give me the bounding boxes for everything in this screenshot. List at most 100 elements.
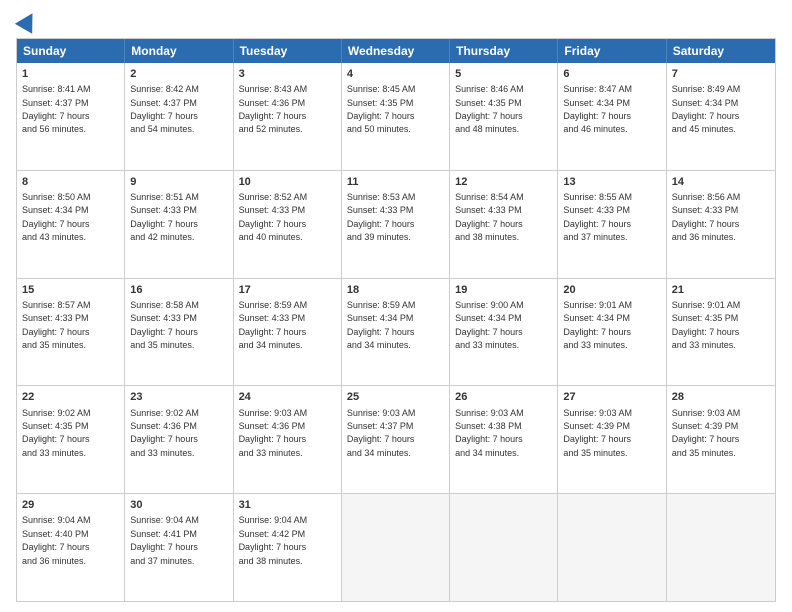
day-number: 30 (130, 498, 227, 512)
day-info: Sunrise: 8:55 AM Sunset: 4:33 PM Dayligh… (563, 192, 632, 242)
day-info: Sunrise: 8:54 AM Sunset: 4:33 PM Dayligh… (455, 192, 524, 242)
day-number: 11 (347, 175, 444, 189)
calendar-day-1: 1 Sunrise: 8:41 AM Sunset: 4:37 PM Daylig… (17, 63, 125, 170)
day-number: 31 (239, 498, 336, 512)
day-info: Sunrise: 8:57 AM Sunset: 4:33 PM Dayligh… (22, 300, 91, 350)
calendar-body: 1 Sunrise: 8:41 AM Sunset: 4:37 PM Daylig… (17, 63, 775, 601)
day-number: 10 (239, 175, 336, 189)
day-of-week-saturday: Saturday (667, 39, 775, 63)
header (16, 16, 776, 30)
calendar-day-19: 19 Sunrise: 9:00 AM Sunset: 4:34 PM Dayli… (450, 279, 558, 386)
calendar-day-2: 2 Sunrise: 8:42 AM Sunset: 4:37 PM Daylig… (125, 63, 233, 170)
day-number: 2 (130, 67, 227, 81)
day-info: Sunrise: 8:42 AM Sunset: 4:37 PM Dayligh… (130, 84, 199, 134)
day-info: Sunrise: 9:02 AM Sunset: 4:35 PM Dayligh… (22, 408, 91, 458)
calendar-empty (342, 494, 450, 601)
day-of-week-thursday: Thursday (450, 39, 558, 63)
day-info: Sunrise: 8:41 AM Sunset: 4:37 PM Dayligh… (22, 84, 91, 134)
calendar-day-20: 20Sunrise: 9:01 AM Sunset: 4:34 PM Dayli… (558, 279, 666, 386)
day-number: 28 (672, 390, 770, 404)
calendar-day-16: 16 Sunrise: 8:58 AM Sunset: 4:33 PM Dayli… (125, 279, 233, 386)
day-info: Sunrise: 9:03 AM Sunset: 4:38 PM Dayligh… (455, 408, 524, 458)
day-of-week-friday: Friday (558, 39, 666, 63)
calendar-week-2: 8 Sunrise: 8:50 AM Sunset: 4:34 PM Daylig… (17, 170, 775, 278)
calendar-day-10: 10 Sunrise: 8:52 AM Sunset: 4:33 PM Dayli… (234, 171, 342, 278)
calendar-empty (450, 494, 558, 601)
day-number: 13 (563, 175, 660, 189)
calendar-day-17: 17Sunrise: 8:59 AM Sunset: 4:33 PM Dayli… (234, 279, 342, 386)
day-info: Sunrise: 8:50 AM Sunset: 4:34 PM Dayligh… (22, 192, 91, 242)
day-info: Sunrise: 8:59 AM Sunset: 4:34 PM Dayligh… (347, 300, 416, 350)
calendar-day-26: 26 Sunrise: 9:03 AM Sunset: 4:38 PM Dayli… (450, 386, 558, 493)
day-of-week-wednesday: Wednesday (342, 39, 450, 63)
calendar-day-14: 14 Sunrise: 8:56 AM Sunset: 4:33 PM Dayli… (667, 171, 775, 278)
day-number: 22 (22, 390, 119, 404)
day-info: Sunrise: 9:03 AM Sunset: 4:39 PM Dayligh… (563, 408, 632, 458)
day-info: Sunrise: 8:49 AM Sunset: 4:34 PM Dayligh… (672, 84, 741, 134)
calendar-week-3: 15 Sunrise: 8:57 AM Sunset: 4:33 PM Dayli… (17, 278, 775, 386)
day-number: 27 (563, 390, 660, 404)
day-info: Sunrise: 8:43 AM Sunset: 4:36 PM Dayligh… (239, 84, 308, 134)
calendar-header: SundayMondayTuesdayWednesdayThursdayFrid… (17, 39, 775, 63)
day-number: 14 (672, 175, 770, 189)
day-number: 19 (455, 283, 552, 297)
day-info: Sunrise: 8:59 AM Sunset: 4:33 PM Dayligh… (239, 300, 308, 350)
day-info: Sunrise: 8:56 AM Sunset: 4:33 PM Dayligh… (672, 192, 741, 242)
day-info: Sunrise: 9:04 AM Sunset: 4:41 PM Dayligh… (130, 515, 199, 565)
calendar-day-3: 3Sunrise: 8:43 AM Sunset: 4:36 PM Daylig… (234, 63, 342, 170)
day-number: 1 (22, 67, 119, 81)
day-info: Sunrise: 8:52 AM Sunset: 4:33 PM Dayligh… (239, 192, 308, 242)
day-of-week-tuesday: Tuesday (234, 39, 342, 63)
calendar-day-22: 22 Sunrise: 9:02 AM Sunset: 4:35 PM Dayli… (17, 386, 125, 493)
calendar-week-1: 1 Sunrise: 8:41 AM Sunset: 4:37 PM Daylig… (17, 63, 775, 170)
calendar-day-27: 27 Sunrise: 9:03 AM Sunset: 4:39 PM Dayli… (558, 386, 666, 493)
day-number: 21 (672, 283, 770, 297)
day-info: Sunrise: 9:00 AM Sunset: 4:34 PM Dayligh… (455, 300, 524, 350)
calendar-empty (667, 494, 775, 601)
calendar-day-5: 5Sunrise: 8:46 AM Sunset: 4:35 PM Daylig… (450, 63, 558, 170)
calendar-day-28: 28 Sunrise: 9:03 AM Sunset: 4:39 PM Dayli… (667, 386, 775, 493)
day-number: 25 (347, 390, 444, 404)
day-info: Sunrise: 8:46 AM Sunset: 4:35 PM Dayligh… (455, 84, 524, 134)
day-info: Sunrise: 8:58 AM Sunset: 4:33 PM Dayligh… (130, 300, 199, 350)
day-number: 24 (239, 390, 336, 404)
calendar-day-24: 24 Sunrise: 9:03 AM Sunset: 4:36 PM Dayli… (234, 386, 342, 493)
day-info: Sunrise: 9:03 AM Sunset: 4:36 PM Dayligh… (239, 408, 308, 458)
calendar-empty (558, 494, 666, 601)
day-info: Sunrise: 8:51 AM Sunset: 4:33 PM Dayligh… (130, 192, 199, 242)
day-number: 15 (22, 283, 119, 297)
calendar-day-6: 6 Sunrise: 8:47 AM Sunset: 4:34 PM Daylig… (558, 63, 666, 170)
day-number: 29 (22, 498, 119, 512)
day-number: 6 (563, 67, 660, 81)
calendar-day-18: 18 Sunrise: 8:59 AM Sunset: 4:34 PM Dayli… (342, 279, 450, 386)
calendar-day-23: 23Sunrise: 9:02 AM Sunset: 4:36 PM Dayli… (125, 386, 233, 493)
day-number: 16 (130, 283, 227, 297)
calendar-day-9: 9 Sunrise: 8:51 AM Sunset: 4:33 PM Daylig… (125, 171, 233, 278)
day-number: 20 (563, 283, 660, 297)
day-info: Sunrise: 8:53 AM Sunset: 4:33 PM Dayligh… (347, 192, 416, 242)
day-of-week-sunday: Sunday (17, 39, 125, 63)
calendar-week-5: 29 Sunrise: 9:04 AM Sunset: 4:40 PM Dayli… (17, 493, 775, 601)
day-number: 8 (22, 175, 119, 189)
calendar-day-31: 31 Sunrise: 9:04 AM Sunset: 4:42 PM Dayli… (234, 494, 342, 601)
logo (16, 16, 38, 30)
logo-triangle-icon (15, 8, 41, 34)
page: SundayMondayTuesdayWednesdayThursdayFrid… (0, 0, 792, 612)
calendar-day-13: 13 Sunrise: 8:55 AM Sunset: 4:33 PM Dayli… (558, 171, 666, 278)
day-number: 9 (130, 175, 227, 189)
day-info: Sunrise: 9:01 AM Sunset: 4:35 PM Dayligh… (672, 300, 741, 350)
day-info: Sunrise: 9:04 AM Sunset: 4:40 PM Dayligh… (22, 515, 91, 565)
calendar-week-4: 22 Sunrise: 9:02 AM Sunset: 4:35 PM Dayli… (17, 385, 775, 493)
calendar: SundayMondayTuesdayWednesdayThursdayFrid… (16, 38, 776, 602)
calendar-day-7: 7Sunrise: 8:49 AM Sunset: 4:34 PM Daylig… (667, 63, 775, 170)
day-number: 18 (347, 283, 444, 297)
calendar-day-29: 29 Sunrise: 9:04 AM Sunset: 4:40 PM Dayli… (17, 494, 125, 601)
day-info: Sunrise: 8:47 AM Sunset: 4:34 PM Dayligh… (563, 84, 632, 134)
day-info: Sunrise: 9:03 AM Sunset: 4:39 PM Dayligh… (672, 408, 741, 458)
day-number: 26 (455, 390, 552, 404)
calendar-day-15: 15 Sunrise: 8:57 AM Sunset: 4:33 PM Dayli… (17, 279, 125, 386)
day-info: Sunrise: 9:04 AM Sunset: 4:42 PM Dayligh… (239, 515, 308, 565)
calendar-day-12: 12Sunrise: 8:54 AM Sunset: 4:33 PM Dayli… (450, 171, 558, 278)
day-number: 23 (130, 390, 227, 404)
calendar-day-4: 4Sunrise: 8:45 AM Sunset: 4:35 PM Daylig… (342, 63, 450, 170)
